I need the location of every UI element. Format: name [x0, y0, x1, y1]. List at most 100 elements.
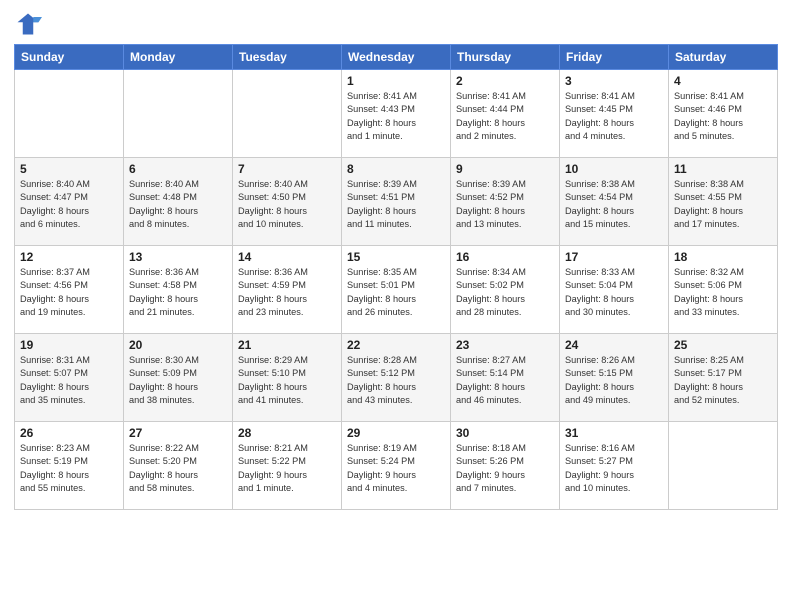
- logo: [14, 10, 46, 38]
- header-row: SundayMondayTuesdayWednesdayThursdayFrid…: [15, 45, 778, 70]
- header-thursday: Thursday: [451, 45, 560, 70]
- header-friday: Friday: [560, 45, 669, 70]
- day-cell: 24 Sunrise: 8:26 AM Sunset: 5:15 PM Dayli…: [560, 334, 669, 422]
- day-cell: 8 Sunrise: 8:39 AM Sunset: 4:51 PM Daylig…: [342, 158, 451, 246]
- day-cell: 6Sunrise: 8:40 AM Sunset: 4:48 PM Daylig…: [124, 158, 233, 246]
- logo-icon: [14, 10, 42, 38]
- header-saturday: Saturday: [669, 45, 778, 70]
- day-info: Sunrise: 8:21 AM Sunset: 5:22 PM Dayligh…: [238, 442, 336, 495]
- day-cell: 30 Sunrise: 8:18 AM Sunset: 5:26 PM Dayli…: [451, 422, 560, 510]
- day-number: 17: [565, 250, 663, 264]
- page: SundayMondayTuesdayWednesdayThursdayFrid…: [0, 0, 792, 612]
- day-info: Sunrise: 8:18 AM Sunset: 5:26 PM Dayligh…: [456, 442, 554, 495]
- header-wednesday: Wednesday: [342, 45, 451, 70]
- day-number: 11: [674, 162, 772, 176]
- day-number: 28: [238, 426, 336, 440]
- day-info: Sunrise: 8:38 AM Sunset: 4:54 PM Dayligh…: [565, 178, 663, 231]
- header: [14, 10, 778, 38]
- day-info: Sunrise: 8:19 AM Sunset: 5:24 PM Dayligh…: [347, 442, 445, 495]
- day-cell: 4 Sunrise: 8:41 AM Sunset: 4:46 PM Daylig…: [669, 70, 778, 158]
- day-info: Sunrise: 8:33 AM Sunset: 5:04 PM Dayligh…: [565, 266, 663, 319]
- header-sunday: Sunday: [15, 45, 124, 70]
- day-info: Sunrise: 8:29 AM Sunset: 5:10 PM Dayligh…: [238, 354, 336, 407]
- day-number: 22: [347, 338, 445, 352]
- day-cell: [669, 422, 778, 510]
- day-cell: 18 Sunrise: 8:32 AM Sunset: 5:06 PM Dayli…: [669, 246, 778, 334]
- day-cell: 23Sunrise: 8:27 AM Sunset: 5:14 PM Dayli…: [451, 334, 560, 422]
- day-info: Sunrise: 8:28 AM Sunset: 5:12 PM Dayligh…: [347, 354, 445, 407]
- day-number: 3: [565, 74, 663, 88]
- day-info: Sunrise: 8:35 AM Sunset: 5:01 PM Dayligh…: [347, 266, 445, 319]
- day-cell: 29Sunrise: 8:19 AM Sunset: 5:24 PM Dayli…: [342, 422, 451, 510]
- day-cell: 3 Sunrise: 8:41 AM Sunset: 4:45 PM Daylig…: [560, 70, 669, 158]
- day-cell: 13Sunrise: 8:36 AM Sunset: 4:58 PM Dayli…: [124, 246, 233, 334]
- day-number: 26: [20, 426, 118, 440]
- day-info: Sunrise: 8:23 AM Sunset: 5:19 PM Dayligh…: [20, 442, 118, 495]
- day-info: Sunrise: 8:39 AM Sunset: 4:52 PM Dayligh…: [456, 178, 554, 231]
- day-number: 7: [238, 162, 336, 176]
- day-number: 18: [674, 250, 772, 264]
- day-info: Sunrise: 8:16 AM Sunset: 5:27 PM Dayligh…: [565, 442, 663, 495]
- day-number: 25: [674, 338, 772, 352]
- day-number: 4: [674, 74, 772, 88]
- day-info: Sunrise: 8:39 AM Sunset: 4:51 PM Dayligh…: [347, 178, 445, 231]
- day-cell: 12Sunrise: 8:37 AM Sunset: 4:56 PM Dayli…: [15, 246, 124, 334]
- day-cell: 2 Sunrise: 8:41 AM Sunset: 4:44 PM Daylig…: [451, 70, 560, 158]
- day-cell: [124, 70, 233, 158]
- day-cell: 28 Sunrise: 8:21 AM Sunset: 5:22 PM Dayli…: [233, 422, 342, 510]
- day-number: 24: [565, 338, 663, 352]
- day-info: Sunrise: 8:36 AM Sunset: 4:58 PM Dayligh…: [129, 266, 227, 319]
- day-cell: [233, 70, 342, 158]
- day-number: 1: [347, 74, 445, 88]
- day-number: 9: [456, 162, 554, 176]
- day-info: Sunrise: 8:30 AM Sunset: 5:09 PM Dayligh…: [129, 354, 227, 407]
- day-number: 21: [238, 338, 336, 352]
- day-info: Sunrise: 8:25 AM Sunset: 5:17 PM Dayligh…: [674, 354, 772, 407]
- day-cell: 11Sunrise: 8:38 AM Sunset: 4:55 PM Dayli…: [669, 158, 778, 246]
- day-cell: 26 Sunrise: 8:23 AM Sunset: 5:19 PM Dayli…: [15, 422, 124, 510]
- day-info: Sunrise: 8:40 AM Sunset: 4:48 PM Dayligh…: [129, 178, 227, 231]
- day-info: Sunrise: 8:32 AM Sunset: 5:06 PM Dayligh…: [674, 266, 772, 319]
- header-monday: Monday: [124, 45, 233, 70]
- day-number: 2: [456, 74, 554, 88]
- day-number: 14: [238, 250, 336, 264]
- day-cell: 14 Sunrise: 8:36 AM Sunset: 4:59 PM Dayli…: [233, 246, 342, 334]
- day-info: Sunrise: 8:41 AM Sunset: 4:46 PM Dayligh…: [674, 90, 772, 143]
- week-row-4: 19 Sunrise: 8:31 AM Sunset: 5:07 PM Dayli…: [15, 334, 778, 422]
- day-cell: 25 Sunrise: 8:25 AM Sunset: 5:17 PM Dayli…: [669, 334, 778, 422]
- day-info: Sunrise: 8:41 AM Sunset: 4:44 PM Dayligh…: [456, 90, 554, 143]
- day-cell: 15Sunrise: 8:35 AM Sunset: 5:01 PM Dayli…: [342, 246, 451, 334]
- day-number: 16: [456, 250, 554, 264]
- day-cell: 10 Sunrise: 8:38 AM Sunset: 4:54 PM Dayli…: [560, 158, 669, 246]
- day-cell: 1Sunrise: 8:41 AM Sunset: 4:43 PM Daylig…: [342, 70, 451, 158]
- day-number: 5: [20, 162, 118, 176]
- day-number: 12: [20, 250, 118, 264]
- day-cell: 5Sunrise: 8:40 AM Sunset: 4:47 PM Daylig…: [15, 158, 124, 246]
- day-info: Sunrise: 8:31 AM Sunset: 5:07 PM Dayligh…: [20, 354, 118, 407]
- day-number: 10: [565, 162, 663, 176]
- day-cell: 31 Sunrise: 8:16 AM Sunset: 5:27 PM Dayli…: [560, 422, 669, 510]
- day-cell: 22 Sunrise: 8:28 AM Sunset: 5:12 PM Dayli…: [342, 334, 451, 422]
- day-info: Sunrise: 8:40 AM Sunset: 4:50 PM Dayligh…: [238, 178, 336, 231]
- day-info: Sunrise: 8:41 AM Sunset: 4:45 PM Dayligh…: [565, 90, 663, 143]
- day-cell: 9 Sunrise: 8:39 AM Sunset: 4:52 PM Daylig…: [451, 158, 560, 246]
- day-cell: 27 Sunrise: 8:22 AM Sunset: 5:20 PM Dayli…: [124, 422, 233, 510]
- header-tuesday: Tuesday: [233, 45, 342, 70]
- day-info: Sunrise: 8:26 AM Sunset: 5:15 PM Dayligh…: [565, 354, 663, 407]
- day-info: Sunrise: 8:34 AM Sunset: 5:02 PM Dayligh…: [456, 266, 554, 319]
- day-cell: 16 Sunrise: 8:34 AM Sunset: 5:02 PM Dayli…: [451, 246, 560, 334]
- day-number: 23: [456, 338, 554, 352]
- day-number: 20: [129, 338, 227, 352]
- day-number: 30: [456, 426, 554, 440]
- day-cell: 7 Sunrise: 8:40 AM Sunset: 4:50 PM Daylig…: [233, 158, 342, 246]
- day-number: 27: [129, 426, 227, 440]
- day-number: 31: [565, 426, 663, 440]
- day-cell: [15, 70, 124, 158]
- day-cell: 20 Sunrise: 8:30 AM Sunset: 5:09 PM Dayli…: [124, 334, 233, 422]
- day-cell: 19 Sunrise: 8:31 AM Sunset: 5:07 PM Dayli…: [15, 334, 124, 422]
- week-row-5: 26 Sunrise: 8:23 AM Sunset: 5:19 PM Dayli…: [15, 422, 778, 510]
- day-info: Sunrise: 8:36 AM Sunset: 4:59 PM Dayligh…: [238, 266, 336, 319]
- day-number: 19: [20, 338, 118, 352]
- day-number: 8: [347, 162, 445, 176]
- day-info: Sunrise: 8:22 AM Sunset: 5:20 PM Dayligh…: [129, 442, 227, 495]
